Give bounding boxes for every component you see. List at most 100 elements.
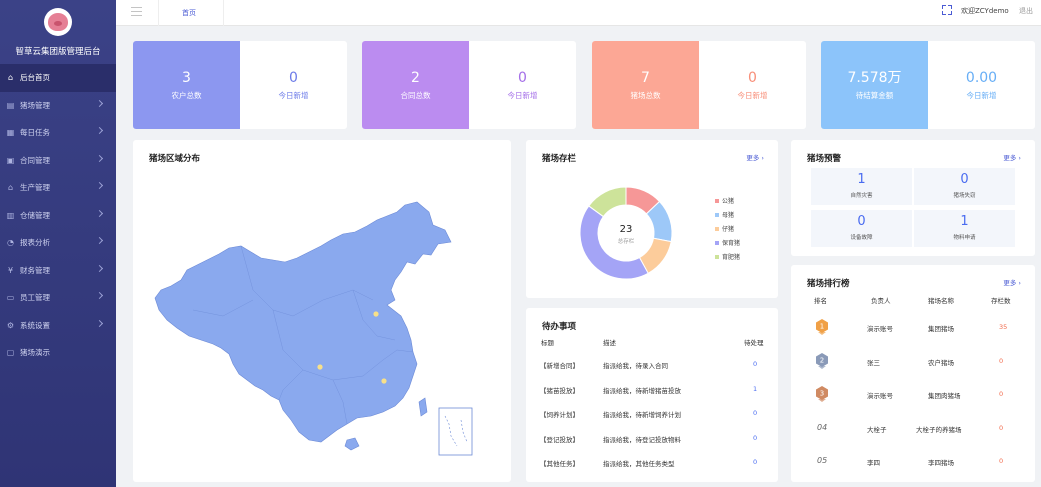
rank-col-rank: 排名 [814,297,827,305]
todo-count[interactable]: 0 [753,434,757,442]
sidebar-item-9[interactable]: ⚙ 系统设置 [0,312,116,340]
sidebar-item-3[interactable]: ▣ 合同管理 [0,147,116,175]
sidebar-item-1[interactable]: ▤ 猪场管理 [0,92,116,120]
stat-total: 3 农户总数 [133,41,240,129]
todo-title: 【猪苗投放】 [540,386,579,395]
sidebar-item-10[interactable]: ▢ 猪场演示 [0,339,116,367]
todo-row[interactable]: 【新增合同】 指派给我，待录入合同 0 [526,360,779,370]
chart-icon: ◔ [7,238,14,248]
sidebar-item-8[interactable]: ▭ 员工管理 [0,284,116,312]
legend-item[interactable]: 仔猪 [715,224,734,233]
rank-row[interactable]: 04 大栓子 大栓子的养猪场 0 [791,418,1041,438]
rank-stock: 0 [999,457,1004,465]
rank-col-stock: 存栏数 [991,297,1011,305]
rank-more-link[interactable]: 更多 › [1003,277,1021,287]
calendar-icon: ▦ [6,128,15,138]
fullscreen-icon[interactable] [942,5,952,15]
stat-today-value: 0 [748,69,757,86]
sidebar-item-label: 仓储管理 [20,210,50,220]
warning-item[interactable]: 0 设备故障 [811,210,912,247]
menu-toggle-icon[interactable] [131,7,142,16]
sidebar-item-label: 财务管理 [20,265,50,275]
stat-total-label: 猪场总数 [630,90,661,100]
rank-farm: 农户猪场 [928,358,954,367]
sidebar-item-label: 系统设置 [20,320,50,330]
stat-today-value: 0.00 [965,69,998,86]
legend-item[interactable]: 公猪 [715,196,734,205]
todo-count[interactable]: 0 [753,458,757,466]
rank-col-owner: 负责人 [871,297,891,305]
rank-row[interactable]: 1 演示账号 集团猪场 35 [791,317,1041,337]
todo-count[interactable]: 1 [753,385,757,393]
stat-card-3[interactable]: 7.578万 待结算金额 0.00 今日新增 [821,41,1035,129]
warning-item[interactable]: 1 物料申请 [914,210,1015,247]
todo-row[interactable]: 【饲养计划】 指派给我，待新增饲养计划 0 [526,409,779,419]
warning-label: 猪场失窃 [953,193,976,199]
chevron-right-icon [95,291,104,300]
warning-more-link[interactable]: 更多 › [1003,152,1021,162]
stat-card-1[interactable]: 2 合同总数 0 今日新增 [362,41,576,129]
sidebar-item-2[interactable]: ▦ 每日任务 [0,119,116,147]
demo-icon: ▢ [6,348,15,358]
legend-swatch [715,226,719,231]
chevron-right-icon [95,126,104,135]
sidebar-item-label: 猪场演示 [20,348,50,358]
rank-number: 04 [817,422,828,432]
sidebar-item-4[interactable]: ⌂ 生产管理 [0,174,116,202]
todo-row[interactable]: 【登记投放】 指派给我，待登记投放物料 0 [526,434,779,444]
stat-total-label: 合同总数 [400,90,431,100]
sidebar-item-6[interactable]: ◔ 报表分析 [0,229,116,257]
map-region-main [154,201,452,443]
chevron-right-icon [95,99,104,107]
legend-swatch [715,198,719,203]
sidebar-item-7[interactable]: ¥ 财务管理 [0,257,116,285]
chevron-right-icon [95,154,104,162]
legend-swatch [715,254,719,259]
legend-item[interactable]: 保育猪 [715,238,740,247]
todo-count[interactable]: 0 [753,409,757,417]
medal-icon: 3 [815,385,829,403]
warning-item[interactable]: 0 猪场失窃 [914,168,1015,205]
settings-icon: ⚙ [6,320,15,330]
rank-farm: 李四猪场 [928,459,954,467]
sidebar-item-label: 猪场管理 [20,100,50,110]
china-map[interactable] [133,140,511,482]
farm-marker [317,364,323,370]
todo-col-desc: 描述 [603,339,616,347]
pig-logo-icon[interactable] [44,8,72,36]
rank-row[interactable]: 2 张三 农户猪场 0 [791,351,1041,371]
top-header: 首页 欢迎ZCYdemo 退出 [116,0,1041,26]
sidebar-item-5[interactable]: ▥ 仓储管理 [0,202,116,230]
stat-total: 7 猪场总数 [592,41,699,129]
logo-area: 智草云集团版管理后台 [0,0,116,64]
rank-col-farm: 猪场名称 [928,297,954,305]
stock-donut-chart[interactable]: 23 总存栏 [526,140,778,298]
warning-value: 0 [857,214,866,229]
rank-panel: 猪场排行榜 更多 › 排名 负责人 猪场名称 存栏数 1 演示账号 集团猪场 35 2 张… [791,265,1035,482]
stat-card-0[interactable]: 3 农户总数 0 今日新增 [133,41,347,129]
south-sea-inset [438,407,473,456]
logout-link[interactable]: 退出 [1019,6,1033,16]
stat-today: 0 今日新增 [699,41,806,129]
donut-slice[interactable] [579,205,649,280]
stat-total-value: 7.578万 [847,69,902,86]
tab-home[interactable]: 首页 [158,0,224,26]
warning-panel-title: 猪场预警 [807,154,842,164]
legend-item[interactable]: 母猪 [715,210,734,219]
todo-row[interactable]: 【其他任务】 指派给我，其他任务类型 0 [526,458,779,468]
stat-card-2[interactable]: 7 猪场总数 0 今日新增 [592,41,806,129]
rank-row[interactable]: 3 演示账号 集团肉猪场 0 [791,384,1041,404]
todo-col-title: 标题 [541,339,554,347]
warning-item[interactable]: 1 自然灾害 [811,168,912,205]
sidebar-menu: ⌂ 后台首页 ▤ 猪场管理 ▦ 每日任务 ▣ 合同管理 ⌂ 生产管理 ▥ 仓储管理 ◔ 报表分析 ¥ 财务管理… [0,64,116,367]
sidebar-item-0[interactable]: ⌂ 后台首页 [0,64,116,92]
rank-row[interactable]: 05 李四 李四猪场 0 [791,451,1041,471]
todo-row[interactable]: 【猪苗投放】 指派给我，待新增猪苗投放 1 [526,385,779,395]
home-icon: ⌂ [7,73,14,83]
legend-swatch [715,212,719,217]
todo-header-row: 标题 描述 待处理 [526,337,779,347]
todo-count[interactable]: 0 [753,360,757,368]
rank-header-row: 排名 负责人 猪场名称 存栏数 [791,289,1041,309]
legend-item[interactable]: 育肥猪 [715,252,740,261]
farm-marker [373,311,379,317]
